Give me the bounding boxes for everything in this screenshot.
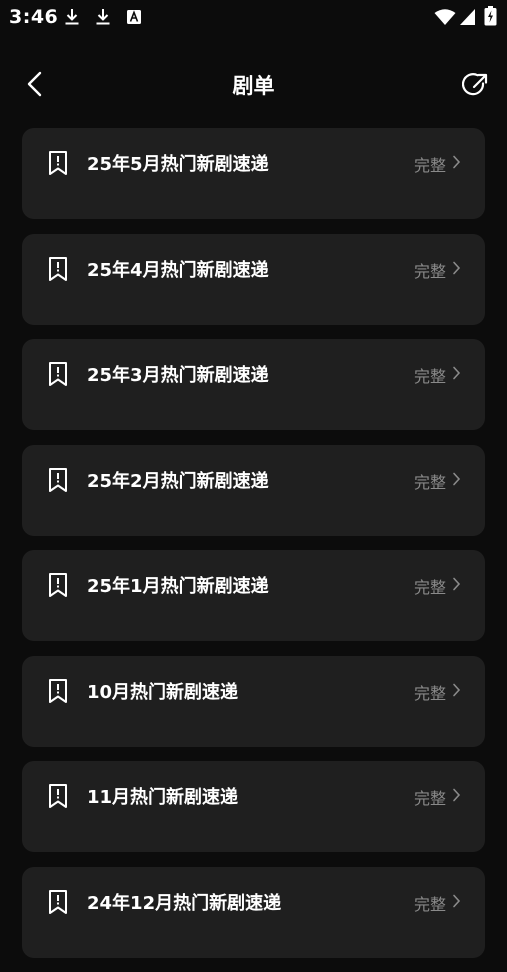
status-time: 3:46 <box>9 6 59 28</box>
bookmark-icon <box>49 678 67 703</box>
playlist-title: 25年3月热门新剧速递 <box>87 365 269 386</box>
playlist-title: 10月热门新剧速递 <box>87 681 239 703</box>
download-icon <box>96 9 110 25</box>
playlist-status: 完整 <box>413 683 446 703</box>
playlist-status: 完整 <box>413 472 446 492</box>
playlist-title: 25年4月热门新剧速递 <box>87 259 269 281</box>
chevron-right-icon <box>453 366 461 380</box>
bookmark-icon <box>49 889 67 914</box>
playlist-title: 25年2月热门新剧速递 <box>87 470 269 492</box>
header: 剧单 <box>0 60 507 110</box>
playlist-card[interactable]: 25年4月热门新剧速递 完整 <box>22 233 485 325</box>
share-icon[interactable] <box>462 71 490 99</box>
playlist-status: 完整 <box>413 894 446 914</box>
chevron-right-icon <box>453 472 461 485</box>
playlist-title: 25年5月热门新剧速递 <box>87 154 269 175</box>
playlist-status: 完整 <box>413 789 446 808</box>
bookmark-icon <box>49 256 67 281</box>
playlist-status: 完整 <box>413 578 446 597</box>
playlist-status: 完整 <box>413 156 446 175</box>
chevron-right-icon <box>453 577 461 591</box>
page-title: 剧单 <box>232 74 275 98</box>
chevron-right-icon <box>453 683 461 696</box>
playlist-list: 25年5月热门新剧速递 完整 25年4月热门新剧速递 完整 25年3月热门新剧速… <box>22 128 485 972</box>
playlist-card[interactable]: 24年12月热门新剧速递 完整 <box>22 866 485 958</box>
bookmark-icon <box>49 362 67 386</box>
playlist-title: 24年12月热门新剧速递 <box>87 892 282 914</box>
bookmark-icon <box>49 573 67 597</box>
playlist-card[interactable]: 10月热门新剧速递 完整 <box>22 655 485 747</box>
playlist-card[interactable]: 25年3月热门新剧速递 完整 <box>22 339 485 430</box>
playlist-card[interactable]: 11月热门新剧速递 完整 <box>22 761 485 852</box>
playlist-card[interactable]: 25年2月热门新剧速递 完整 <box>22 444 485 536</box>
playlist-status: 完整 <box>413 261 446 281</box>
bookmark-icon <box>49 784 67 808</box>
bookmark-icon <box>49 467 67 492</box>
chevron-right-icon <box>453 788 461 802</box>
playlist-status: 完整 <box>413 367 446 386</box>
playlist-card[interactable]: 25年5月热门新剧速递 完整 <box>22 128 485 219</box>
playlist-title: 11月热门新剧速递 <box>87 787 239 808</box>
a-icon <box>127 10 141 24</box>
playlist-card[interactable]: 25年1月热门新剧速递 完整 <box>22 550 485 641</box>
chevron-right-icon <box>453 261 461 274</box>
battery-icon <box>484 6 497 26</box>
chevron-right-icon <box>453 155 461 169</box>
download-icon <box>65 9 79 25</box>
bookmark-icon <box>49 151 67 175</box>
wifi-icon <box>434 9 456 25</box>
status-bar: 3:46 <box>0 0 507 36</box>
playlist-title: 25年1月热门新剧速递 <box>87 576 269 597</box>
signal-icon <box>460 9 475 25</box>
